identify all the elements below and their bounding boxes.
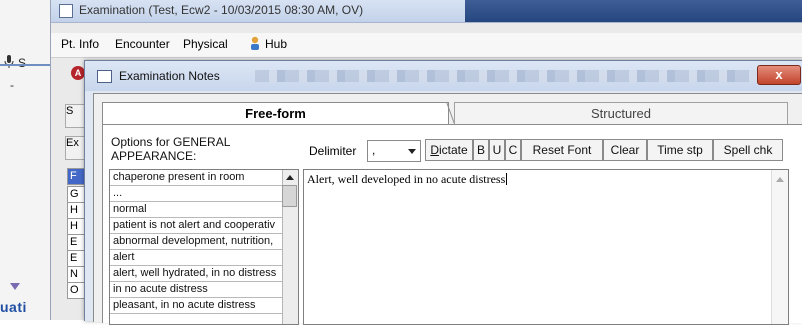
examination-notes-dialog: Examination Notes x Free-form Structured… bbox=[84, 60, 802, 325]
left-panel: S - uati bbox=[0, 0, 51, 320]
reset-font-button[interactable]: Reset Font bbox=[521, 139, 603, 161]
list-item[interactable]: alert bbox=[110, 250, 285, 266]
triangle-down-icon[interactable] bbox=[10, 283, 20, 290]
menu-physical[interactable]: Physical bbox=[183, 37, 228, 51]
scroll-up-arrow-icon[interactable] bbox=[776, 177, 784, 182]
text-caret bbox=[506, 173, 508, 185]
microphone-icon[interactable] bbox=[4, 55, 14, 69]
list-item[interactable]: normal bbox=[110, 202, 285, 218]
list-item[interactable]: chaperone present in room bbox=[110, 170, 285, 186]
menu-hub[interactable]: Hub bbox=[265, 37, 287, 51]
color-button[interactable]: C bbox=[505, 139, 521, 161]
title-bar-toolbar-blur bbox=[255, 70, 775, 82]
examination-title-bar: Examination (Test, Ecw2 - 10/03/2015 08:… bbox=[51, 0, 802, 23]
dialog-window-icon bbox=[97, 70, 112, 83]
dictate-button[interactable]: Dictate bbox=[425, 139, 473, 161]
notes-scrollbar[interactable] bbox=[771, 170, 788, 324]
list-item[interactable]: in no acute distress bbox=[110, 282, 285, 298]
list-item[interactable]: abnormal development, nutrition, bbox=[110, 234, 285, 250]
notes-textarea[interactable]: Alert, well developed in no acute distre… bbox=[303, 169, 789, 325]
bold-button[interactable]: B bbox=[473, 139, 489, 161]
menu-encounter[interactable]: Encounter bbox=[115, 37, 170, 51]
delimiter-select[interactable]: , bbox=[367, 140, 421, 162]
scrollbar-thumb[interactable] bbox=[282, 185, 297, 207]
screen: S - uati Examination (Test, Ecw2 - 10/03… bbox=[0, 0, 802, 325]
list-item[interactable]: alert, well hydrated, in no distress bbox=[110, 266, 285, 282]
dialog-title: Examination Notes bbox=[119, 69, 220, 83]
window-icon bbox=[59, 4, 73, 18]
alert-icon[interactable]: A bbox=[71, 66, 85, 80]
chevron-down-icon bbox=[408, 149, 416, 154]
clear-button[interactable]: Clear bbox=[603, 139, 647, 161]
scroll-up-arrow-icon[interactable] bbox=[286, 175, 294, 180]
list-item[interactable]: pleasant, in no acute distress bbox=[110, 298, 285, 314]
title-bar-dark-area bbox=[465, 0, 802, 22]
dialog-title-bar: Examination Notes x bbox=[85, 61, 802, 91]
options-label: Options for GENERAL APPEARANCE: bbox=[111, 135, 230, 163]
time-stamp-button[interactable]: Time stp bbox=[647, 139, 713, 161]
notes-text: Alert, well developed in no acute distre… bbox=[307, 172, 508, 187]
notes-text-content: Alert, well developed in no acute distre… bbox=[307, 172, 506, 186]
dash-text: - bbox=[10, 78, 14, 92]
partial-link-text[interactable]: uati bbox=[0, 299, 27, 315]
delimiter-label: Delimiter bbox=[309, 144, 357, 158]
tab-free-form[interactable]: Free-form bbox=[102, 102, 449, 125]
spell-check-button[interactable]: Spell chk bbox=[713, 139, 783, 161]
tab-structured[interactable]: Structured bbox=[454, 102, 788, 126]
delimiter-value: , bbox=[372, 143, 376, 157]
options-list[interactable]: chaperone present in room ... normal pat… bbox=[109, 169, 299, 325]
options-scrollbar[interactable] bbox=[282, 170, 298, 324]
menu-pt-info[interactable]: Pt. Info bbox=[61, 37, 99, 51]
list-item[interactable]: patient is not alert and cooperativ bbox=[110, 218, 285, 234]
left-label: S bbox=[18, 56, 27, 70]
hub-icon[interactable] bbox=[249, 36, 261, 51]
underline-button[interactable]: U bbox=[489, 139, 505, 161]
examination-title: Examination (Test, Ecw2 - 10/03/2015 08:… bbox=[79, 3, 364, 17]
free-form-pane: Options for GENERAL APPEARANCE: Delimite… bbox=[102, 124, 802, 325]
divider bbox=[0, 64, 50, 66]
dialog-body: Free-form Structured Options for GENERAL… bbox=[93, 93, 802, 325]
examination-menu-bar: Pt. Info Encounter Physical Hub bbox=[51, 33, 802, 58]
close-button[interactable]: x bbox=[757, 65, 801, 85]
list-item[interactable]: ... bbox=[110, 186, 285, 202]
